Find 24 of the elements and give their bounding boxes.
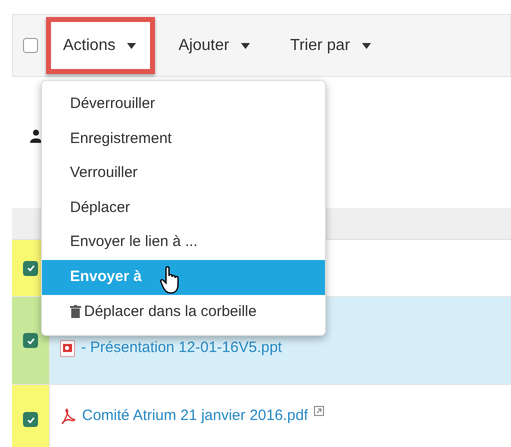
checkbox[interactable] (23, 38, 38, 53)
menu-item[interactable]: Envoyer le lien à ... (42, 225, 325, 260)
caret-icon (362, 42, 372, 48)
dropdown-button[interactable]: Actions (46, 17, 156, 74)
checkbox[interactable] (23, 333, 38, 348)
checkbox[interactable] (23, 260, 38, 276)
user-icon (30, 128, 42, 142)
menu-item[interactable]: Déplacer dans la corbeille (42, 294, 325, 330)
caret-icon (127, 42, 136, 48)
check-icon (26, 336, 36, 346)
checkbox[interactable] (23, 412, 38, 427)
check-icon (26, 414, 36, 424)
file-link[interactable]: Comité Atrium 21 janvier 2016.pdf (82, 405, 308, 428)
caret-icon (241, 42, 250, 48)
dropdown-button[interactable]: Trier par (273, 17, 388, 74)
menu-item[interactable]: Déverrouiller (42, 87, 325, 122)
presentation-file-icon (60, 340, 75, 357)
trash-icon (70, 305, 81, 318)
menu-item[interactable]: Enregistrement (42, 122, 325, 156)
menu-item[interactable]: Verrouiller (42, 156, 325, 191)
pdf-file-icon (60, 408, 76, 425)
menu-item[interactable]: Déplacer (42, 190, 325, 226)
check-icon (26, 263, 36, 273)
dropdown-button[interactable]: Ajouter (161, 17, 268, 74)
